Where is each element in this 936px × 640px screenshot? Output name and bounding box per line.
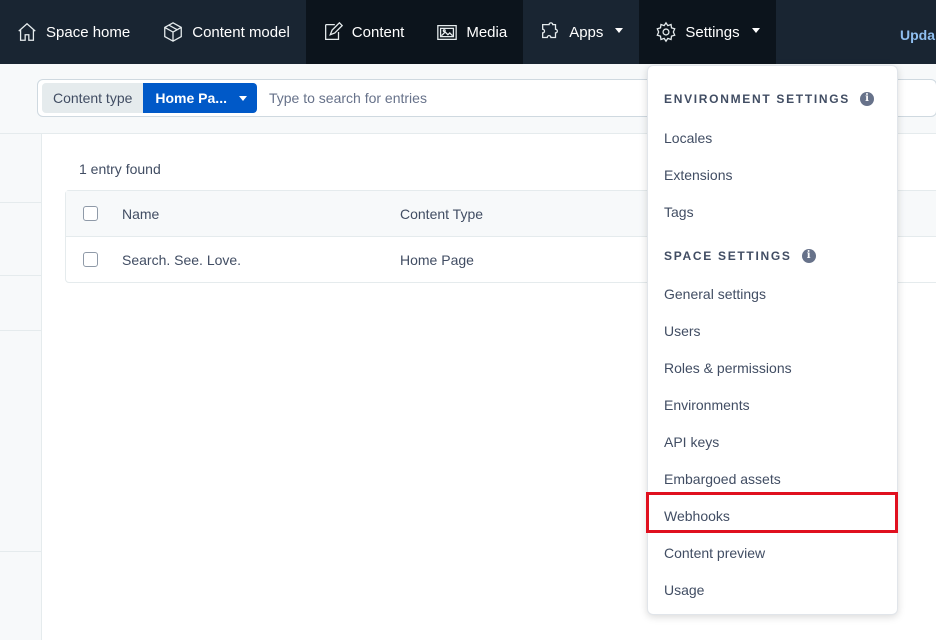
- menu-item-environments[interactable]: Environments: [664, 397, 750, 413]
- nav-apps-label: Apps: [569, 23, 604, 41]
- menu-item-api-keys[interactable]: API keys: [664, 434, 719, 450]
- menu-item-embargoed-assets[interactable]: Embargoed assets: [664, 471, 781, 487]
- menu-item-users[interactable]: Users: [664, 323, 701, 339]
- left-sidebar: [0, 134, 42, 640]
- update-link[interactable]: Upda: [900, 27, 935, 43]
- column-header-content-type[interactable]: Content Type: [400, 206, 483, 222]
- content-type-filter-value[interactable]: Home Pa...: [143, 83, 257, 113]
- select-all-checkbox[interactable]: [83, 206, 98, 221]
- environment-settings-heading: ENVIRONMENT SETTINGS i: [664, 92, 875, 106]
- image-icon: [437, 24, 458, 40]
- nav-settings-label: Settings: [685, 23, 740, 41]
- home-icon: [18, 22, 36, 41]
- entry-count: 1 entry found: [79, 161, 161, 177]
- content-type-filter-label[interactable]: Content type: [42, 83, 144, 113]
- nav-content-model-label: Content model: [192, 23, 290, 41]
- sidebar-divider: [0, 330, 41, 331]
- highlight-box: [646, 492, 898, 533]
- entry-name[interactable]: Search. See. Love.: [122, 252, 241, 268]
- menu-item-extensions[interactable]: Extensions: [664, 167, 732, 183]
- content-type-value-text: Home Pa...: [155, 90, 227, 106]
- nav-media[interactable]: Media: [420, 0, 524, 64]
- menu-item-general-settings[interactable]: General settings: [664, 286, 766, 302]
- sidebar-divider: [0, 275, 41, 276]
- nav-settings[interactable]: Settings: [639, 0, 776, 64]
- nav-content-model[interactable]: Content model: [146, 0, 306, 64]
- nav-space-home-label: Space home: [46, 23, 131, 41]
- puzzle-icon: [542, 22, 559, 39]
- menu-item-locales[interactable]: Locales: [664, 130, 712, 146]
- sidebar-divider: [0, 551, 41, 552]
- menu-item-tags[interactable]: Tags: [664, 204, 694, 220]
- sidebar-divider: [0, 202, 41, 203]
- chevron-down-icon: [615, 27, 624, 33]
- gear-icon: [656, 21, 676, 43]
- chevron-down-icon: [238, 95, 247, 101]
- menu-item-usage[interactable]: Usage: [664, 582, 704, 598]
- space-settings-heading: SPACE SETTINGS i: [664, 249, 816, 263]
- row-checkbox[interactable]: [83, 252, 98, 267]
- chevron-down-icon: [751, 27, 760, 33]
- entry-content-type: Home Page: [400, 252, 474, 268]
- top-nav: Space home Content model Content Media A…: [0, 0, 936, 64]
- info-icon[interactable]: i: [801, 249, 816, 263]
- space-settings-heading-text: SPACE SETTINGS: [664, 249, 792, 263]
- nav-apps[interactable]: Apps: [523, 0, 639, 64]
- menu-item-roles-permissions[interactable]: Roles & permissions: [664, 360, 792, 376]
- nav-content-label: Content: [351, 23, 405, 41]
- nav-content[interactable]: Content: [305, 0, 421, 64]
- edit-icon: [324, 21, 343, 40]
- search-input[interactable]: [268, 90, 629, 106]
- info-icon[interactable]: i: [860, 92, 875, 106]
- column-header-name[interactable]: Name: [122, 206, 159, 222]
- cube-icon: [164, 22, 183, 42]
- nav-space-home[interactable]: Space home: [0, 0, 146, 64]
- nav-media-label: Media: [466, 23, 508, 41]
- menu-item-content-preview[interactable]: Content preview: [664, 545, 765, 561]
- environment-settings-heading-text: ENVIRONMENT SETTINGS: [664, 92, 851, 106]
